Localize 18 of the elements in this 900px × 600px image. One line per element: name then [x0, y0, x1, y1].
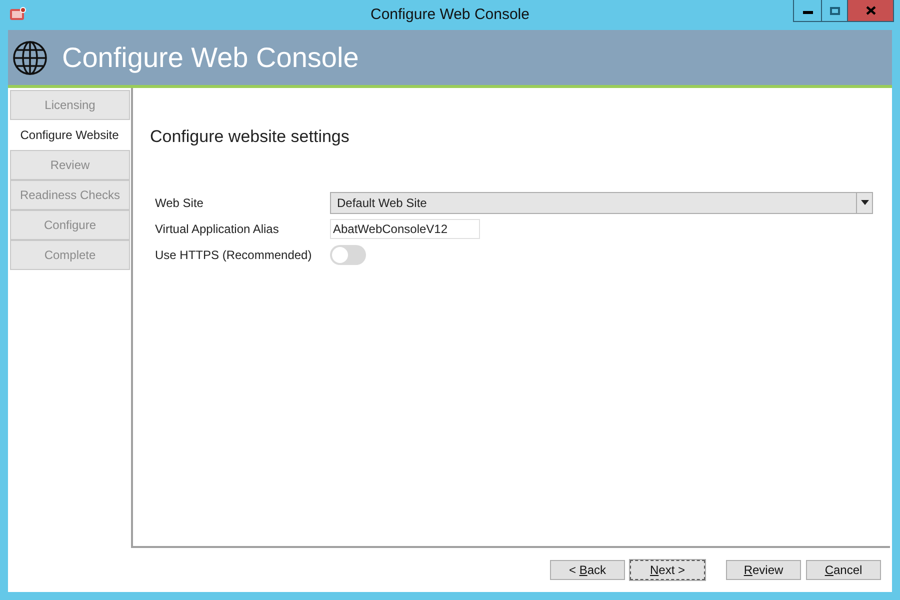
header-title: Configure Web Console: [62, 40, 359, 75]
field-label: Web Site: [155, 194, 204, 212]
caret-icon: [856, 192, 872, 212]
wizard-button[interactable]: Review: [726, 560, 801, 580]
page-heading: Configure website settings: [150, 126, 350, 148]
alias-input-field[interactable]: AbatWebConsoleV12: [330, 218, 480, 238]
wizard-button[interactable]: < Back: [550, 560, 625, 580]
https-toggle[interactable]: [330, 244, 366, 264]
wizard-button[interactable]: Next >: [630, 560, 705, 580]
close-icon: [866, 6, 876, 15]
website-dropdown[interactable]: Default Web Site: [330, 192, 873, 214]
app-icon: [10, 7, 26, 21]
wizard-button[interactable]: Cancel: [806, 560, 881, 580]
globe-icon: [12, 40, 48, 76]
window-title: Configure Web Console: [370, 4, 530, 25]
field-label: Virtual Application Alias: [155, 220, 280, 238]
close-button[interactable]: [848, 0, 893, 21]
field-label: Use HTTPS (Recommended): [155, 246, 313, 264]
